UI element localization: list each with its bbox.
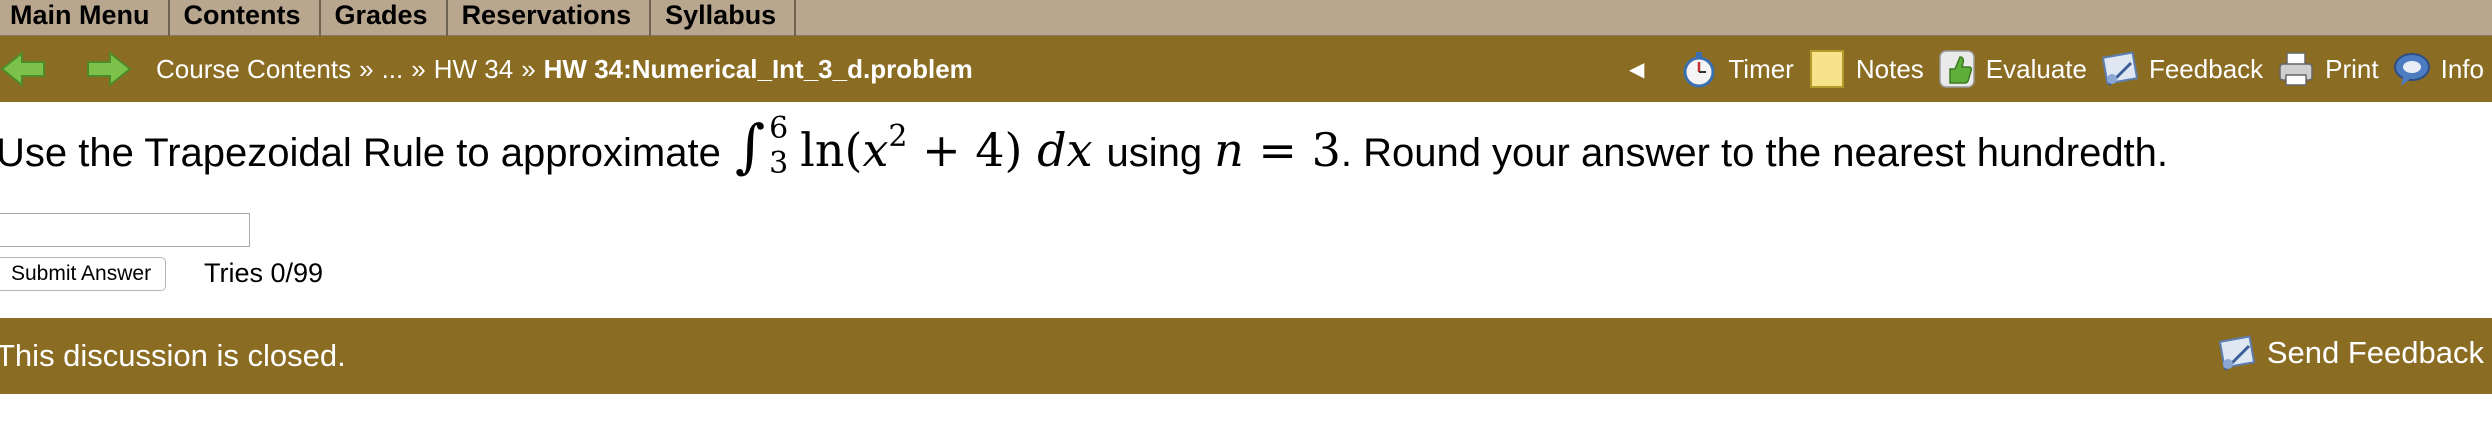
back-arrow-icon[interactable] bbox=[0, 49, 46, 89]
print-button[interactable]: Print bbox=[2277, 49, 2379, 89]
question-prefix: Use the Trapezoidal Rule to approximate bbox=[0, 131, 721, 175]
tries-counter: Tries 0/99 bbox=[204, 258, 324, 288]
integrand-exponent: 2 bbox=[888, 118, 908, 154]
integral-lower-limit: 3 bbox=[769, 146, 789, 181]
send-feedback-label: Send Feedback bbox=[2266, 335, 2484, 370]
notes-label: Notes bbox=[1855, 53, 1924, 84]
answer-input[interactable] bbox=[0, 213, 250, 247]
send-feedback-icon bbox=[2217, 332, 2257, 374]
stopwatch-icon bbox=[1680, 49, 1718, 89]
integral-upper-limit: 6 bbox=[769, 111, 789, 146]
send-feedback-button[interactable]: Send Feedback bbox=[2217, 332, 2484, 374]
forward-arrow-icon[interactable] bbox=[86, 49, 132, 89]
n-expression: n = 3 bbox=[1214, 123, 1341, 177]
info-button[interactable]: Info bbox=[2393, 49, 2484, 89]
breadcrumb-ellipsis[interactable]: ... bbox=[382, 54, 404, 85]
info-icon bbox=[2393, 49, 2431, 89]
question-middle: using bbox=[1106, 131, 1203, 175]
integrand-function: ln bbox=[800, 123, 845, 177]
info-label: Info bbox=[2440, 53, 2484, 84]
problem-statement: Use the Trapezoidal Rule to approximate … bbox=[0, 111, 2169, 189]
feedback-icon bbox=[2101, 49, 2139, 89]
integrand-variable: x bbox=[862, 123, 889, 177]
menu-item-main-menu[interactable]: Main Menu bbox=[0, 0, 170, 36]
tool-bar: ◀ Timer Notes Evaluate Feedback Print In… bbox=[1629, 36, 2484, 102]
thumbs-up-icon bbox=[1938, 49, 1976, 89]
breadcrumb-current-problem: HW 34:Numerical_Int_3_d.problem bbox=[543, 53, 973, 84]
submit-answer-button[interactable]: Submit Answer bbox=[0, 257, 167, 291]
navigation-bar: Course Contents » ... » HW 34 » HW 34:Nu… bbox=[0, 36, 2492, 102]
main-menu-bar: Main Menu Contents Grades Reservations S… bbox=[0, 0, 2492, 36]
breadcrumb-hw[interactable]: HW 34 bbox=[434, 54, 513, 85]
notepad-icon bbox=[1808, 49, 1846, 89]
breadcrumb-separator: » bbox=[521, 53, 536, 84]
breadcrumb-separator: » bbox=[359, 53, 374, 84]
breadcrumb: Course Contents » ... » HW 34 » HW 34:Nu… bbox=[156, 54, 973, 85]
evaluate-label: Evaluate bbox=[1985, 53, 2087, 84]
integral-limits: 63 bbox=[769, 111, 788, 181]
menu-item-grades[interactable]: Grades bbox=[321, 0, 448, 36]
timer-label: Timer bbox=[1728, 53, 1794, 84]
breadcrumb-separator: » bbox=[411, 53, 426, 84]
menu-item-reservations[interactable]: Reservations bbox=[448, 0, 652, 36]
discussion-status: This discussion is closed. bbox=[0, 338, 346, 373]
feedback-label: Feedback bbox=[2148, 53, 2264, 84]
notes-button[interactable]: Notes bbox=[1808, 49, 1924, 89]
n-variable: n bbox=[1214, 123, 1244, 177]
timer-button[interactable]: Timer bbox=[1680, 49, 1794, 89]
integral-sign: ∫ bbox=[734, 112, 766, 180]
breadcrumb-course-contents[interactable]: Course Contents bbox=[156, 54, 351, 85]
menu-item-syllabus[interactable]: Syllabus bbox=[651, 0, 797, 36]
integral-expression: ∫ 6 3 ln(x2 + 4) dx bbox=[734, 111, 1093, 181]
menu-item-contents[interactable]: Contents bbox=[170, 0, 321, 36]
question-suffix: . Round your answer to the nearest hundr… bbox=[1340, 131, 2169, 175]
feedback-button[interactable]: Feedback bbox=[2101, 49, 2263, 89]
integrand-rest: + 4) bbox=[907, 123, 1023, 177]
printer-icon bbox=[2277, 49, 2315, 89]
collapse-triangle-icon[interactable]: ◀ bbox=[1629, 57, 1644, 82]
evaluate-button[interactable]: Evaluate bbox=[1938, 49, 2087, 89]
n-equals: = 3 bbox=[1243, 123, 1341, 177]
discussion-bar: This discussion is closed. Send Feedback bbox=[0, 318, 2492, 394]
print-label: Print bbox=[2325, 53, 2379, 84]
integral-dx: dx bbox=[1037, 123, 1093, 177]
